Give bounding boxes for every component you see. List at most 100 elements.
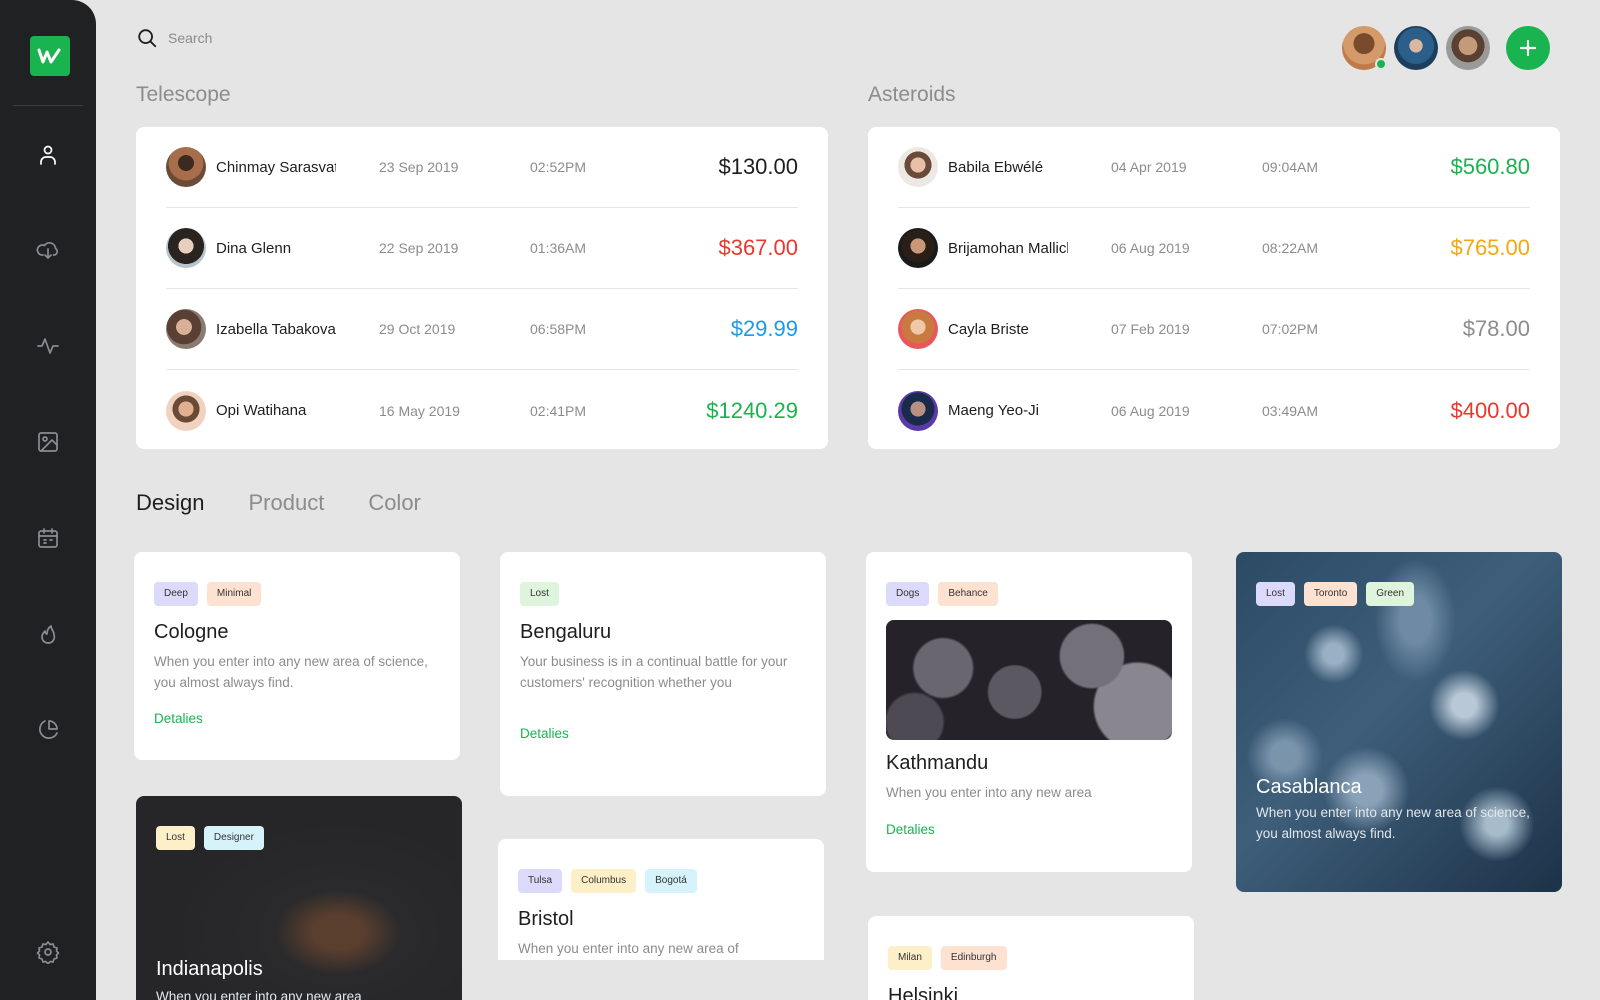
tag[interactable]: Green [1366, 582, 1415, 606]
search-input[interactable] [168, 30, 468, 46]
card-bengaluru[interactable]: Lost Bengaluru Your business is in a con… [500, 552, 826, 796]
details-link[interactable]: Detalies [886, 822, 935, 837]
card-indianapolis[interactable]: Lost Designer Indianapolis When you ente… [136, 796, 462, 1000]
table-row[interactable]: Maeng Yeo-Ji 06 Aug 2019 03:49AM $400.00 [898, 370, 1530, 451]
card-bristol[interactable]: Tulsa Columbus Bogotá Bristol When you e… [498, 839, 824, 960]
tag[interactable]: Dogs [886, 582, 930, 606]
tab-design[interactable]: Design [136, 490, 204, 516]
card-title: Bristol [518, 908, 574, 930]
avatar [898, 228, 938, 268]
tag-list: Milan Edinburgh [888, 946, 1174, 970]
row-date: 16 May 2019 [379, 402, 460, 419]
logo-icon [37, 48, 61, 64]
row-amount: $560.80 [1450, 154, 1530, 179]
asteroids-table: Babila Ebwélé 04 Apr 2019 09:04AM $560.8… [868, 127, 1560, 449]
card-title: Bengaluru [520, 621, 612, 643]
avatar[interactable] [1394, 26, 1438, 70]
row-time: 01:36AM [530, 240, 587, 256]
card-title: Kathmandu [886, 752, 989, 774]
row-amount: $78.00 [1462, 316, 1530, 341]
team-avatars [1342, 26, 1550, 70]
table-row[interactable]: Babila Ebwélé 04 Apr 2019 09:04AM $560.8… [898, 127, 1530, 208]
row-name: Chinmay Sarasvati [216, 158, 336, 176]
tab-color[interactable]: Color [368, 490, 421, 516]
section-title-telescope: Telescope [136, 83, 231, 106]
tag[interactable]: Toronto [1303, 582, 1358, 606]
tag-list: Lost Designer [156, 826, 442, 850]
tag-list: Lost [520, 582, 806, 606]
row-name: Dina Glenn [216, 239, 292, 257]
tag[interactable]: Milan [888, 946, 932, 970]
card-cologne[interactable]: Deep Minimal Cologne When you enter into… [134, 552, 460, 760]
calendar-icon[interactable] [34, 524, 62, 552]
sidebar [0, 0, 96, 1000]
add-button[interactable] [1506, 26, 1550, 70]
search-icon[interactable] [136, 27, 158, 49]
row-time: 08:22AM [1262, 240, 1319, 256]
tag-list: Lost Toronto Green [1256, 582, 1542, 606]
row-date: 23 Sep 2019 [379, 159, 459, 175]
row-time: 02:41PM [530, 402, 587, 419]
card-title: Helsinki [888, 985, 959, 1000]
app-logo[interactable] [30, 36, 70, 76]
table-row[interactable]: Chinmay Sarasvati 23 Sep 2019 02:52PM $1… [166, 127, 798, 208]
pie-chart-icon[interactable] [34, 716, 62, 744]
tag[interactable]: Bogotá [645, 869, 697, 893]
table-row[interactable]: Brijamohan Mallick 06 Aug 2019 08:22AM $… [898, 208, 1530, 289]
tag[interactable]: Lost [520, 582, 559, 606]
details-link[interactable]: Detalies [154, 711, 203, 726]
user-icon[interactable] [34, 141, 62, 169]
row-date: 07 Feb 2019 [1111, 321, 1190, 337]
row-name: Cayla Briste [948, 320, 1029, 338]
tab-product[interactable]: Product [248, 490, 324, 516]
table-row[interactable]: Cayla Briste 07 Feb 2019 07:02PM $78.00 [898, 289, 1530, 370]
activity-icon[interactable] [34, 332, 62, 360]
row-amount: $130.00 [718, 154, 798, 179]
table-row[interactable]: Dina Glenn 22 Sep 2019 01:36AM $367.00 [166, 208, 798, 289]
telescope-table: Chinmay Sarasvati 23 Sep 2019 02:52PM $1… [136, 127, 828, 449]
online-status-dot [1375, 58, 1387, 70]
row-time: 07:02PM [1262, 321, 1319, 337]
table-row[interactable]: Izabella Tabakova 29 Oct 2019 06:58PM $2… [166, 289, 798, 370]
card-casablanca[interactable]: Lost Toronto Green Casablanca When you e… [1236, 552, 1562, 892]
card-text: Your business is in a continual battle f… [520, 654, 788, 690]
tag[interactable]: Columbus [571, 869, 637, 893]
sidebar-divider [13, 105, 83, 106]
avatar [166, 147, 206, 187]
details-link[interactable]: Detalies [520, 726, 569, 741]
tag[interactable]: Lost [156, 826, 195, 850]
row-date: 22 Sep 2019 [379, 240, 459, 256]
card-helsinki[interactable]: Milan Edinburgh Helsinki [868, 916, 1194, 1000]
gear-icon[interactable] [34, 938, 62, 966]
section-title-asteroids: Asteroids [868, 83, 956, 106]
card-title: Casablanca [1256, 776, 1362, 798]
card-text: When you enter into any new area [886, 785, 1092, 800]
card-text: When you enter into any new area of scie… [1256, 805, 1530, 841]
card-kathmandu[interactable]: Dogs Behance Kathmandu When you enter in… [866, 552, 1192, 872]
row-amount: $400.00 [1450, 397, 1530, 423]
tag[interactable]: Edinburgh [940, 946, 1007, 970]
tag[interactable]: Designer [203, 826, 264, 850]
tag[interactable]: Minimal [206, 582, 262, 606]
cloud-download-icon[interactable] [34, 236, 62, 264]
tag[interactable]: Behance [938, 582, 998, 606]
avatar[interactable] [1446, 26, 1490, 70]
flame-icon[interactable] [34, 620, 62, 648]
tag[interactable]: Deep [154, 582, 198, 606]
tag[interactable]: Lost [1256, 582, 1295, 606]
tag-list: Tulsa Columbus Bogotá [518, 869, 804, 893]
image-icon[interactable] [34, 428, 62, 456]
card-text: When you enter into any new area [156, 989, 362, 1000]
category-tabs: Design Product Color [136, 490, 421, 516]
tag[interactable]: Tulsa [518, 869, 563, 893]
row-date: 06 Aug 2019 [1111, 240, 1190, 256]
avatar[interactable] [1342, 26, 1387, 70]
row-amount: $367.00 [718, 235, 798, 260]
plus-icon [1519, 39, 1537, 57]
avatar [166, 309, 206, 349]
row-time: 06:58PM [530, 321, 587, 337]
row-amount: $1240.29 [706, 397, 798, 423]
row-date: 29 Oct 2019 [379, 321, 456, 337]
row-time: 02:52PM [530, 159, 587, 175]
table-row[interactable]: Opi Watihana 16 May 2019 02:41PM $1240.2… [166, 370, 798, 451]
